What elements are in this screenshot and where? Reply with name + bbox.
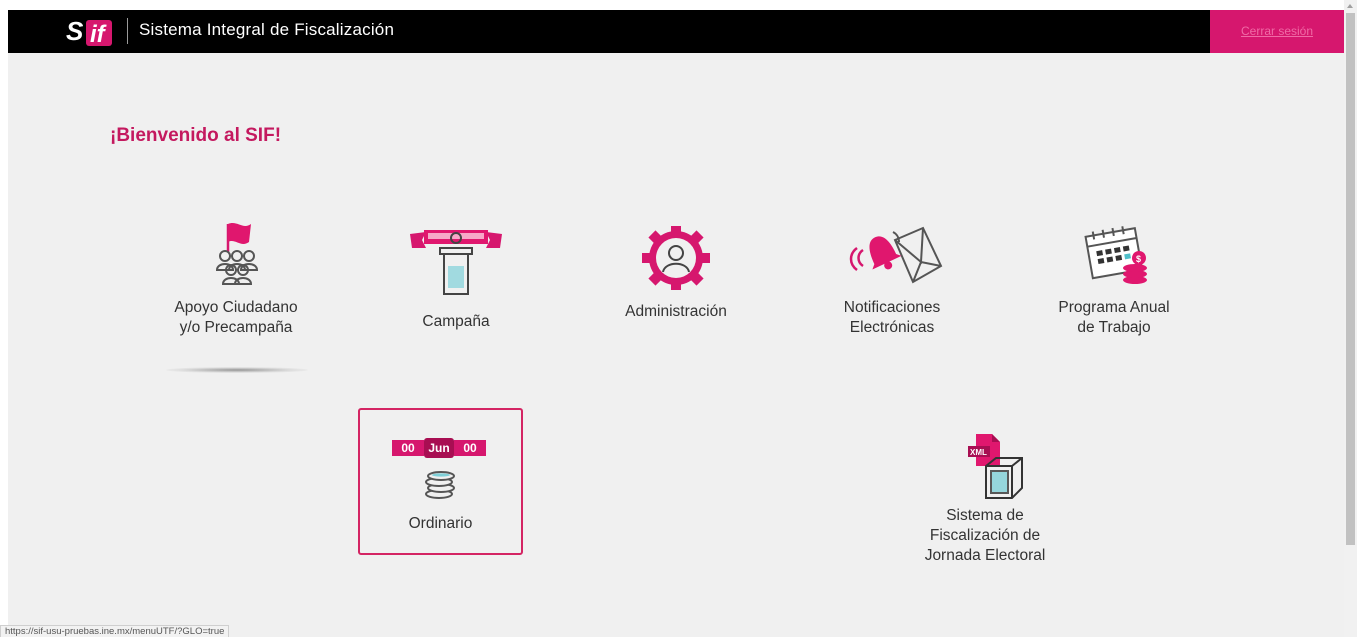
module-apoyo-ciudadano[interactable]: Apoyo Ciudadano y/o Precampaña xyxy=(150,218,322,338)
jornada-label-line3: Jornada Electoral xyxy=(924,547,1046,564)
date-strip: 00 Jun 00 xyxy=(392,438,486,460)
date-day: 00 xyxy=(392,440,424,456)
svg-text:if: if xyxy=(90,21,107,48)
logout-link[interactable]: Cerrar sesión xyxy=(1210,24,1344,38)
apoyo-label: Apoyo Ciudadano y/o Precampaña xyxy=(150,298,322,338)
scroll-up-arrow-icon[interactable] xyxy=(1347,4,1353,8)
jornada-label: Sistema de Fiscalización de Jornada Elec… xyxy=(900,506,1070,566)
notif-label-line2: Electrónicas xyxy=(849,319,935,336)
jornada-label-line1: Sistema de xyxy=(946,507,1024,524)
module-jornada-electoral[interactable]: XML Sistema de Fiscalización de Jornada … xyxy=(900,432,1070,566)
calendar-coins-icon: $ xyxy=(1084,226,1147,284)
module-administracion[interactable]: Administración xyxy=(596,226,756,322)
programa-label-line2: de Trabajo xyxy=(1077,319,1151,336)
apoyo-label-line2: y/o Precampaña xyxy=(179,319,293,336)
notif-label: Notificaciones Electrónicas xyxy=(810,298,974,338)
campana-label: Campaña xyxy=(422,313,490,330)
coins-stack-icon xyxy=(425,471,455,499)
admin-label: Administración xyxy=(625,303,727,320)
bell-envelope-icon xyxy=(849,226,943,284)
status-bar-url: https://sif-usu-pruebas.ine.mx/menuUTF/?… xyxy=(0,625,230,637)
module-notificaciones[interactable]: Notificaciones Electrónicas xyxy=(810,222,974,338)
date-month: Jun xyxy=(424,438,454,458)
apoyo-label-line1: Apoyo Ciudadano xyxy=(174,299,298,316)
sif-logo[interactable]: S if xyxy=(66,14,116,48)
top-navbar: S if Sistema Integral de Fiscalización C… xyxy=(8,10,1344,53)
welcome-heading: ¡Bienvenido al SIF! xyxy=(110,125,282,146)
notif-label-line1: Notificaciones xyxy=(843,299,941,316)
svg-text:$: $ xyxy=(1136,254,1141,264)
svg-text:S: S xyxy=(66,16,84,46)
flag-people-icon xyxy=(215,223,259,285)
xml-text: XML xyxy=(970,448,987,457)
module-campana[interactable]: Campaña xyxy=(388,224,524,332)
ordinario-label: Ordinario xyxy=(408,515,473,532)
xml-box-icon: XML xyxy=(968,434,1023,499)
programa-label: Programa Anual de Trabajo xyxy=(1034,298,1194,338)
logout-area: Cerrar sesión xyxy=(1210,10,1344,53)
programa-label-line1: Programa Anual xyxy=(1058,299,1170,316)
scroll-thumb[interactable] xyxy=(1346,13,1355,545)
date-year: 00 xyxy=(454,440,486,456)
jornada-label-line2: Fiscalización de xyxy=(929,527,1041,544)
page-scrollbar[interactable] xyxy=(1344,0,1357,637)
module-ordinario[interactable]: 00 Jun 00 Ordinario xyxy=(358,408,523,555)
gear-user-icon xyxy=(642,226,710,290)
header-divider xyxy=(127,18,128,44)
podium-banner-icon xyxy=(410,230,502,295)
app-title: Sistema Integral de Fiscalización xyxy=(139,20,395,39)
module-programa-anual[interactable]: $ Programa Anual de Trabajo xyxy=(1034,222,1194,338)
selected-shadow xyxy=(166,367,308,373)
